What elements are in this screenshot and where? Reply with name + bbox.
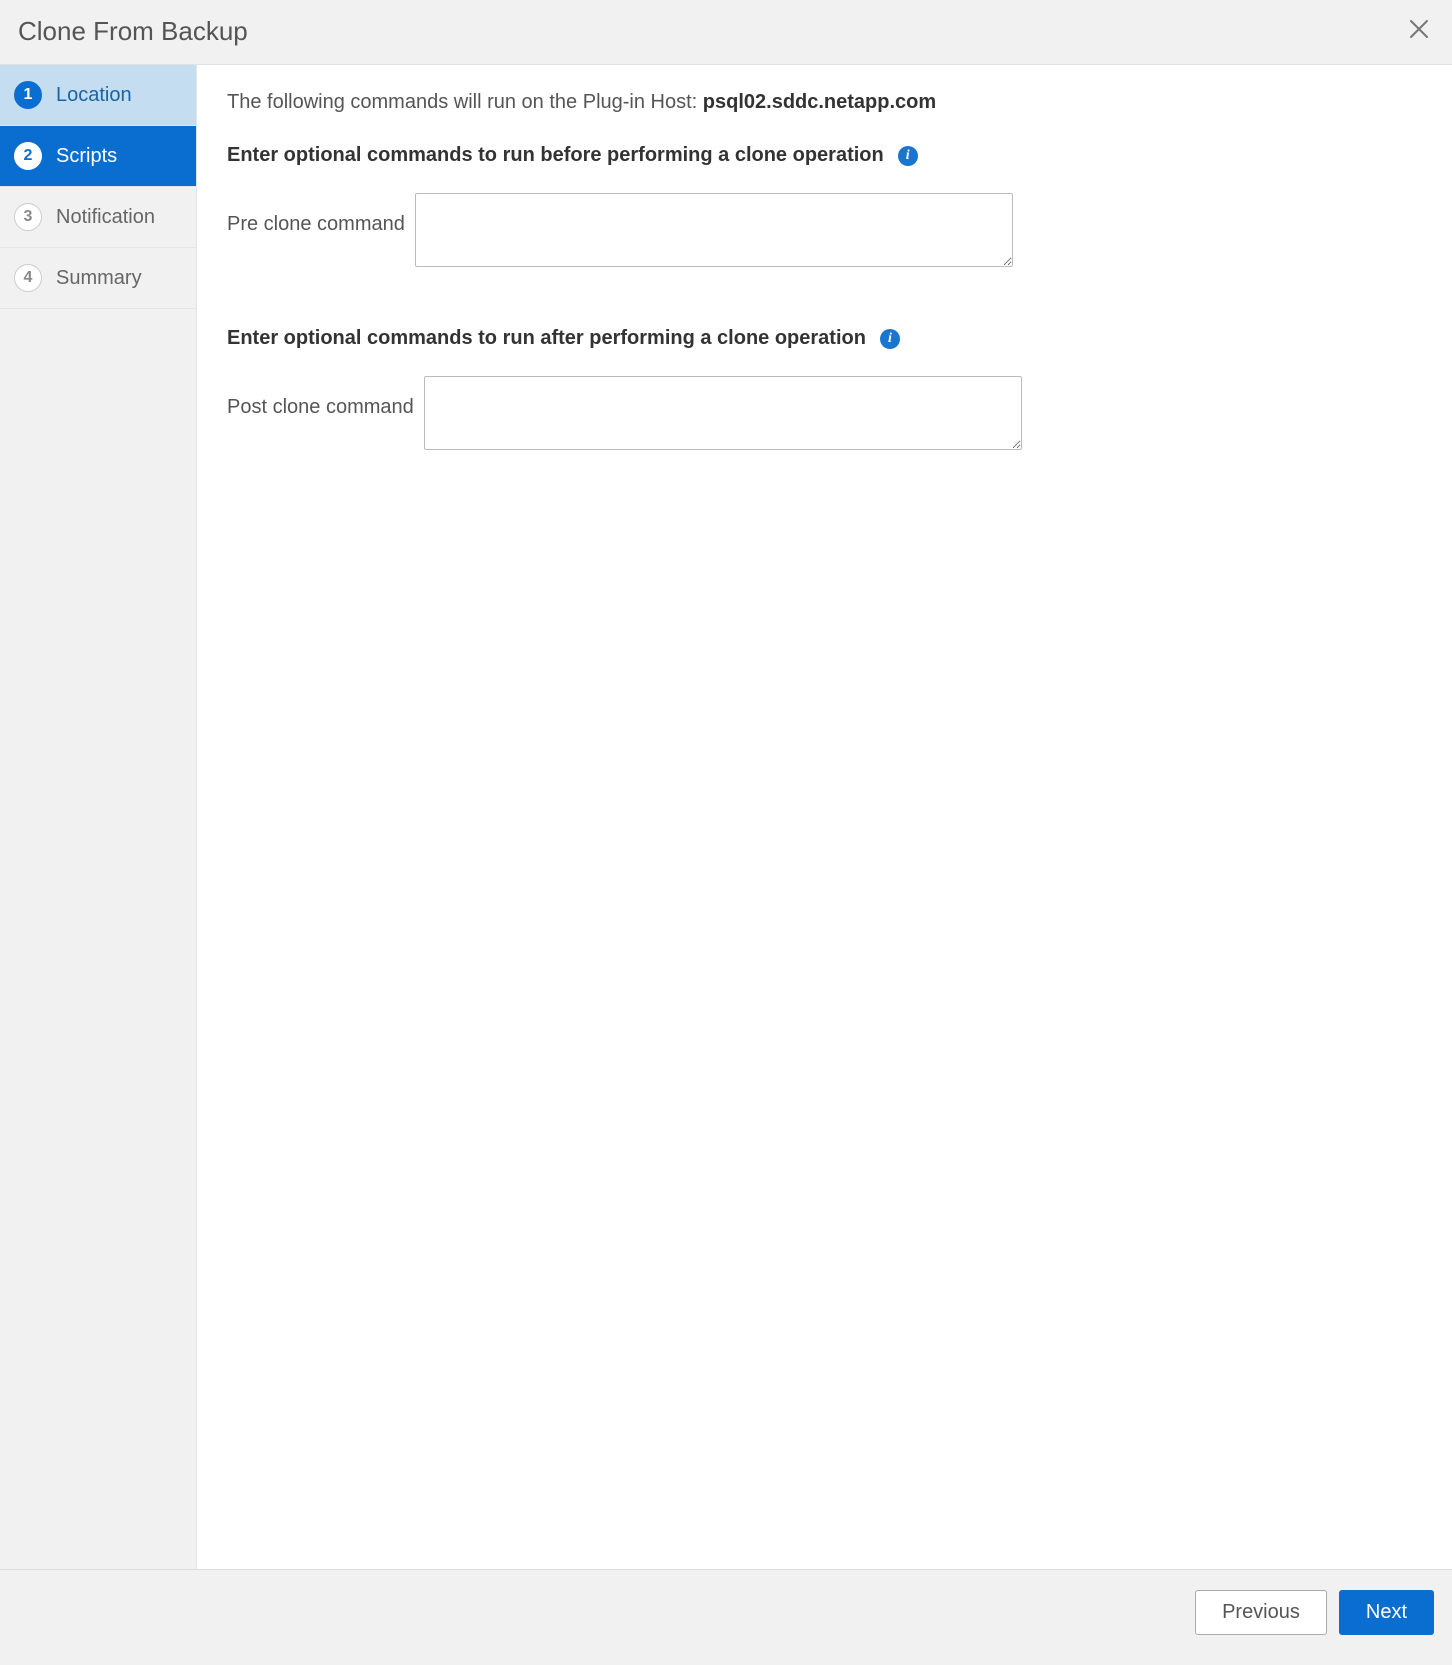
post-clone-label: Post clone command bbox=[227, 376, 414, 419]
info-icon[interactable]: i bbox=[898, 146, 918, 166]
step-label: Summary bbox=[56, 267, 142, 290]
post-clone-row: Post clone command bbox=[227, 376, 1422, 450]
close-icon bbox=[1408, 18, 1430, 40]
pre-clone-section-title: Enter optional commands to run before pe… bbox=[227, 144, 1422, 167]
step-label: Scripts bbox=[56, 145, 117, 168]
close-button[interactable] bbox=[1404, 14, 1434, 48]
dialog-title: Clone From Backup bbox=[18, 16, 248, 47]
intro-text: The following commands will run on the P… bbox=[227, 91, 703, 113]
step-label: Location bbox=[56, 84, 132, 107]
wizard-sidebar: 1 Location 2 Scripts 3 Notification 4 Su… bbox=[0, 65, 197, 1569]
dialog-header: Clone From Backup bbox=[0, 0, 1452, 65]
step-number: 2 bbox=[14, 142, 42, 170]
next-button[interactable]: Next bbox=[1339, 1590, 1434, 1635]
pre-clone-label: Pre clone command bbox=[227, 193, 405, 236]
dialog-footer: Previous Next bbox=[0, 1569, 1452, 1665]
step-number: 3 bbox=[14, 203, 42, 231]
plugin-host-info: The following commands will run on the P… bbox=[227, 91, 1422, 114]
pre-clone-command-input[interactable] bbox=[415, 193, 1013, 267]
step-number: 1 bbox=[14, 81, 42, 109]
plugin-host-name: psql02.sddc.netapp.com bbox=[703, 91, 936, 113]
pre-clone-row: Pre clone command bbox=[227, 193, 1422, 267]
step-number: 4 bbox=[14, 264, 42, 292]
post-clone-command-input[interactable] bbox=[424, 376, 1022, 450]
wizard-step-notification[interactable]: 3 Notification bbox=[0, 187, 196, 248]
wizard-step-summary[interactable]: 4 Summary bbox=[0, 248, 196, 309]
info-icon[interactable]: i bbox=[880, 329, 900, 349]
wizard-content: The following commands will run on the P… bbox=[197, 65, 1452, 1569]
section-title-text: Enter optional commands to run before pe… bbox=[227, 144, 884, 167]
wizard-step-location[interactable]: 1 Location bbox=[0, 65, 196, 126]
dialog-body: 1 Location 2 Scripts 3 Notification 4 Su… bbox=[0, 65, 1452, 1569]
previous-button[interactable]: Previous bbox=[1195, 1590, 1327, 1635]
post-clone-section-title: Enter optional commands to run after per… bbox=[227, 327, 1422, 350]
section-title-text: Enter optional commands to run after per… bbox=[227, 327, 866, 350]
step-label: Notification bbox=[56, 206, 155, 229]
wizard-step-scripts[interactable]: 2 Scripts bbox=[0, 126, 196, 187]
